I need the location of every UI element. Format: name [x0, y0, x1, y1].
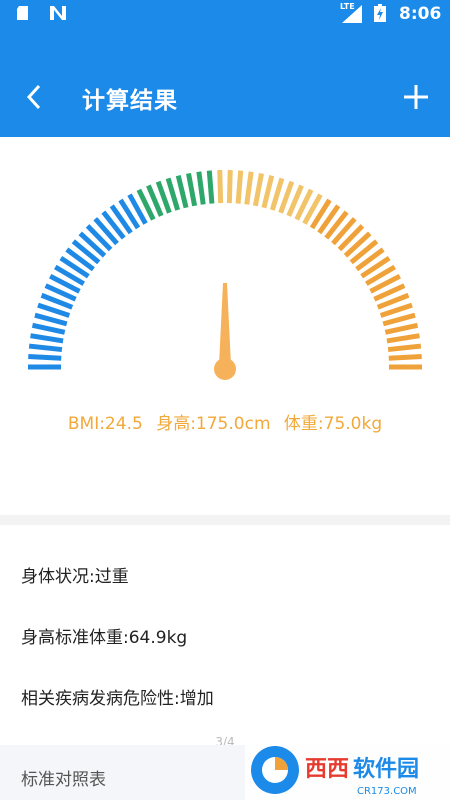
svg-text:西西: 西西: [305, 757, 349, 782]
status-bar: LTE 8:06: [0, 0, 450, 25]
gauge-tick: [31, 322, 66, 335]
body-status-text: 身体状况:过重: [21, 567, 129, 587]
gauge-tick: [235, 170, 244, 204]
section-divider: [0, 515, 450, 525]
gauge-tick: [196, 171, 206, 205]
gauge-tick: [269, 177, 285, 211]
gauge-tick: [384, 322, 419, 335]
gauge-tick: [261, 175, 275, 209]
plus-icon[interactable]: [402, 83, 430, 111]
notification-n-icon: [50, 6, 66, 20]
gauge-tick: [386, 333, 420, 344]
bmi-readout: BMI:24.5 身高:175.0cm 体重:75.0kg: [0, 409, 450, 434]
gauge-tick: [206, 170, 215, 204]
gauge-tick: [175, 175, 189, 209]
gauge-tick: [244, 171, 254, 205]
sd-card-icon: [17, 6, 28, 20]
battery-charging-icon: [374, 4, 386, 22]
gauge-tick: [186, 172, 198, 207]
reference-table-title: 标准对照表: [21, 770, 106, 790]
svg-text:软件园: 软件园: [353, 756, 419, 782]
gauge-tick: [28, 343, 63, 353]
gauge-tick: [217, 170, 224, 204]
gauge-tick: [387, 343, 422, 353]
weight-value: 体重:75.0kg: [283, 414, 383, 434]
bmi-value: BMI:24.5: [67, 414, 143, 434]
status-time: 8:06: [399, 4, 442, 24]
bmi-gauge-panel: BMI:24.5 身高:175.0cm 体重:75.0kg: [0, 137, 450, 515]
gauge-tick: [388, 354, 422, 361]
height-value: 身高:175.0cm: [156, 414, 271, 434]
standard-weight-text: 身高标准体重:64.9kg: [21, 628, 188, 648]
gauge-tick: [34, 312, 68, 327]
site-watermark-logo: 西西 软件园 CR173.COM: [245, 740, 450, 800]
page-title: 计算结果: [82, 88, 178, 114]
gauge-tick: [165, 177, 181, 211]
disease-risk-text: 相关疾病发病危险性:增加: [21, 689, 214, 709]
bmi-gauge: [28, 170, 422, 380]
gauge-tick: [30, 333, 64, 344]
gauge-tick: [382, 312, 416, 327]
back-chevron-icon[interactable]: [22, 83, 46, 111]
svg-text:CR173.COM: CR173.COM: [357, 786, 417, 797]
signal-icon: [342, 5, 362, 23]
gauge-needle: [219, 283, 231, 365]
gauge-tick: [28, 354, 62, 361]
gauge-hub: [214, 358, 236, 380]
gauge-tick: [252, 172, 264, 207]
app-bar: 计算结果: [0, 25, 450, 137]
gauge-tick: [226, 170, 233, 204]
